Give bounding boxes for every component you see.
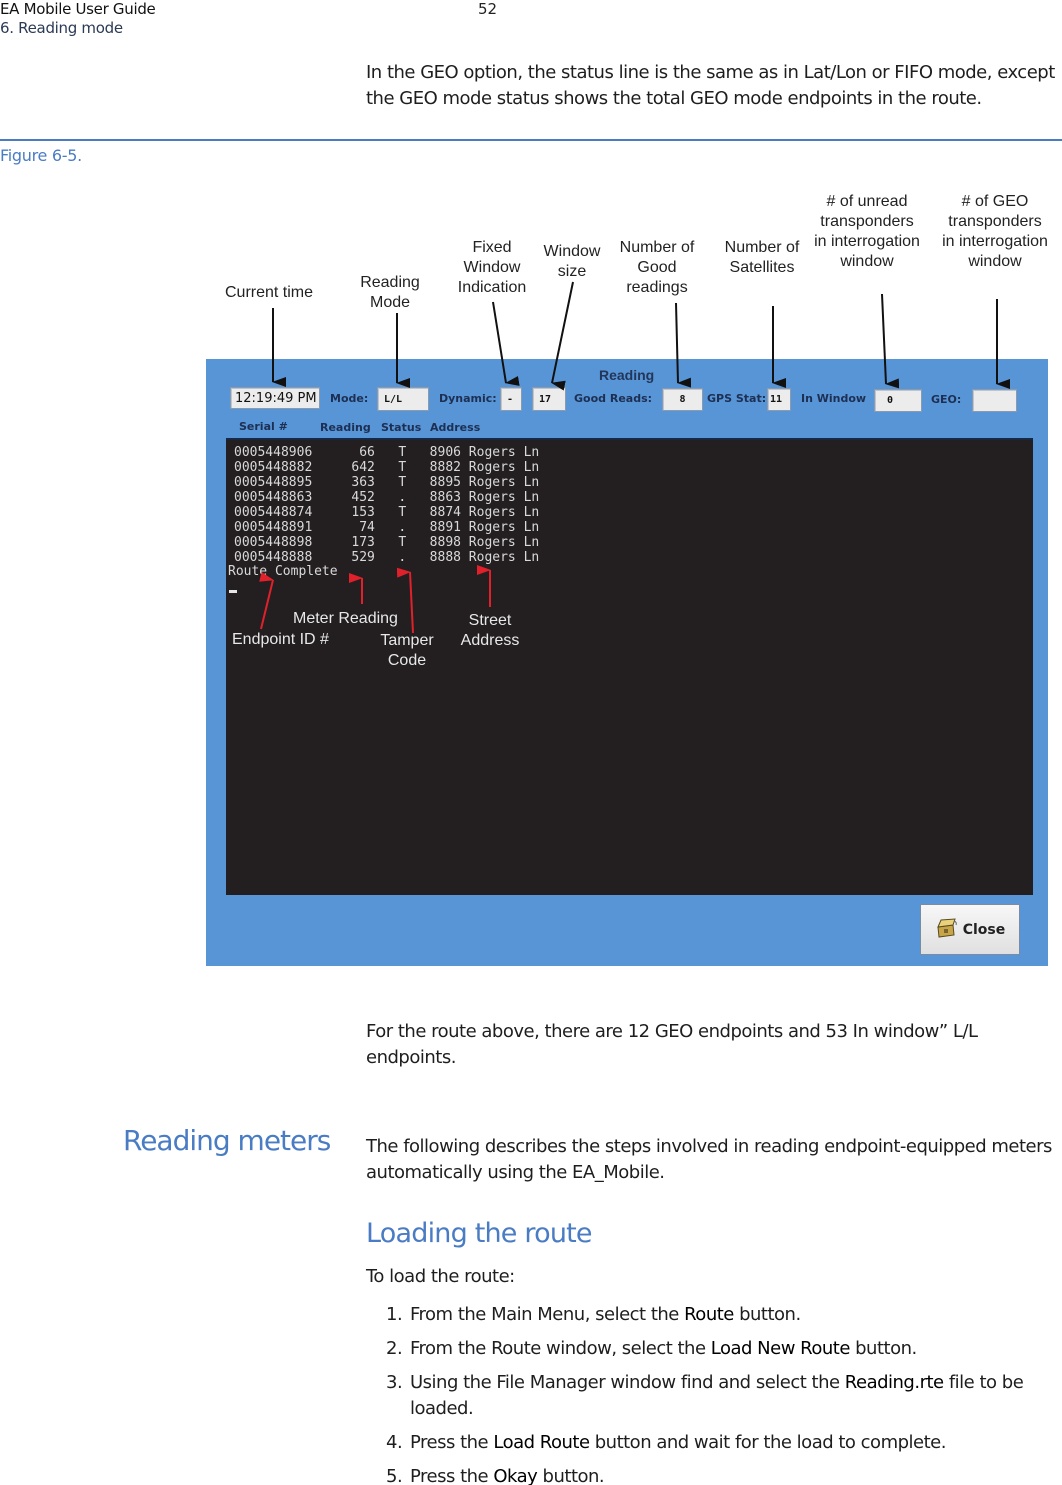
good-reads-field: 8 bbox=[662, 388, 703, 411]
console-row: 0005448863 452 . 8863 Rogers Ln bbox=[234, 490, 540, 505]
page-number: 52 bbox=[478, 0, 498, 18]
callout-geo: # of GEO transponders in interrogation w… bbox=[942, 193, 1048, 270]
callout-window-size: Window size bbox=[543, 243, 601, 280]
step-item: 5. Press the Okay button. bbox=[370, 1464, 1060, 1485]
close-button-label: Close bbox=[962, 921, 1006, 938]
figure-label: Figure 6-5. bbox=[0, 146, 82, 165]
callout-tamper-code: Tamper Code bbox=[380, 632, 434, 669]
step-ui-term: Load New Route bbox=[710, 1338, 851, 1359]
fixed-window-field: - bbox=[500, 387, 522, 411]
intro-paragraph: In the GEO option, the status line is th… bbox=[366, 62, 1055, 109]
step-item: 2. From the Route window, select the Load… bbox=[370, 1336, 1060, 1362]
callout-current-time: Current time bbox=[224, 284, 314, 301]
callout-fixed-window: Fixed Window Indication bbox=[457, 239, 527, 296]
mode-field: L/L bbox=[377, 387, 429, 411]
step-item: 1. From the Main Menu, select the Route b… bbox=[370, 1302, 1060, 1328]
callout-good-readings: Number of Good readings bbox=[619, 239, 695, 296]
step-number: 5. bbox=[386, 1466, 403, 1485]
step-item: 3. Using the File Manager window find and… bbox=[386, 1372, 1024, 1419]
reading-window: Reading 12:19:49 PM Mode: L/L Dynamic: -… bbox=[206, 359, 1048, 966]
step-number: 2. bbox=[386, 1338, 403, 1359]
step-ui-term: Reading.rte bbox=[844, 1372, 944, 1393]
step-number: 3. bbox=[386, 1372, 403, 1393]
gps-stat-field: 11 bbox=[767, 388, 791, 411]
reading-meters-paragraph: The following describes the steps involv… bbox=[366, 1136, 1052, 1183]
console-row: 0005448888 529 . 8888 Rogers Ln bbox=[234, 550, 540, 565]
current-time-field: 12:19:49 PM bbox=[230, 387, 320, 409]
reading-meters-heading: Reading meters bbox=[123, 1124, 331, 1157]
callout-satellites: Number of Satellites bbox=[724, 239, 800, 276]
treasure-chest-icon bbox=[935, 917, 957, 942]
window-size-field: 17 bbox=[532, 387, 566, 411]
geo-label: GEO: bbox=[931, 393, 962, 406]
reading-console: 0005448906 66 T 8906 Rogers Ln 0005448882… bbox=[226, 438, 1033, 895]
in-window-label: In Window bbox=[801, 392, 867, 405]
console-row: 0005448895 363 T 8895 Rogers Ln bbox=[234, 475, 540, 490]
step-ui-term: Okay bbox=[493, 1466, 538, 1485]
loading-route-steps: 1. From the Main Menu, select the Route b… bbox=[370, 1302, 1060, 1485]
step-item: 4. Press the Load Route button and wait f… bbox=[370, 1430, 1060, 1456]
callout-endpoint-id: Endpoint ID # bbox=[232, 631, 329, 648]
in-window-field: 0 bbox=[874, 389, 922, 412]
route-status: Route Complete bbox=[228, 564, 338, 579]
callout-reading-mode: Reading Mode bbox=[360, 274, 420, 311]
console-row: 0005448898 173 T 8898 Rogers Ln bbox=[234, 535, 540, 550]
console-row: 0005448906 66 T 8906 Rogers Ln bbox=[234, 445, 540, 460]
document-title: EA Mobile User Guide bbox=[0, 0, 156, 18]
text-cursor bbox=[229, 590, 237, 593]
section-divider bbox=[0, 139, 1062, 141]
loading-route-heading: Loading the route bbox=[366, 1218, 593, 1249]
console-row: 0005448874 153 T 8874 Rogers Ln bbox=[234, 505, 540, 520]
loading-route-intro: To load the route: bbox=[366, 1266, 515, 1287]
console-row: 0005448891 74 . 8891 Rogers Ln bbox=[234, 520, 540, 535]
column-serial: Serial # bbox=[239, 420, 288, 433]
geo-field bbox=[972, 389, 1017, 412]
window-title: Reading bbox=[599, 367, 655, 383]
column-status: Status bbox=[381, 421, 422, 434]
column-address: Address bbox=[430, 421, 481, 434]
good-reads-label: Good Reads: bbox=[574, 392, 653, 405]
section-title: 6. Reading mode bbox=[0, 19, 123, 37]
mode-label: Mode: bbox=[330, 392, 369, 405]
callout-meter-reading: Meter Reading bbox=[293, 610, 398, 627]
column-reading: Reading bbox=[320, 421, 371, 434]
dynamic-label: Dynamic: bbox=[439, 392, 497, 405]
step-number: 1. bbox=[386, 1304, 403, 1325]
step-number: 4. bbox=[386, 1432, 403, 1453]
close-button[interactable]: Close bbox=[920, 904, 1020, 955]
step-ui-term: Load Route bbox=[493, 1432, 590, 1453]
console-row: 0005448882 642 T 8882 Rogers Ln bbox=[234, 460, 540, 475]
callout-unread: # of unread transponders in interrogatio… bbox=[814, 193, 920, 270]
callout-street-address: Street Address bbox=[460, 612, 520, 649]
step-ui-term: Route bbox=[684, 1304, 734, 1325]
gps-stat-label: GPS Stat: bbox=[707, 392, 767, 405]
figure-note-paragraph: For the route above, there are 12 GEO en… bbox=[366, 1021, 978, 1068]
